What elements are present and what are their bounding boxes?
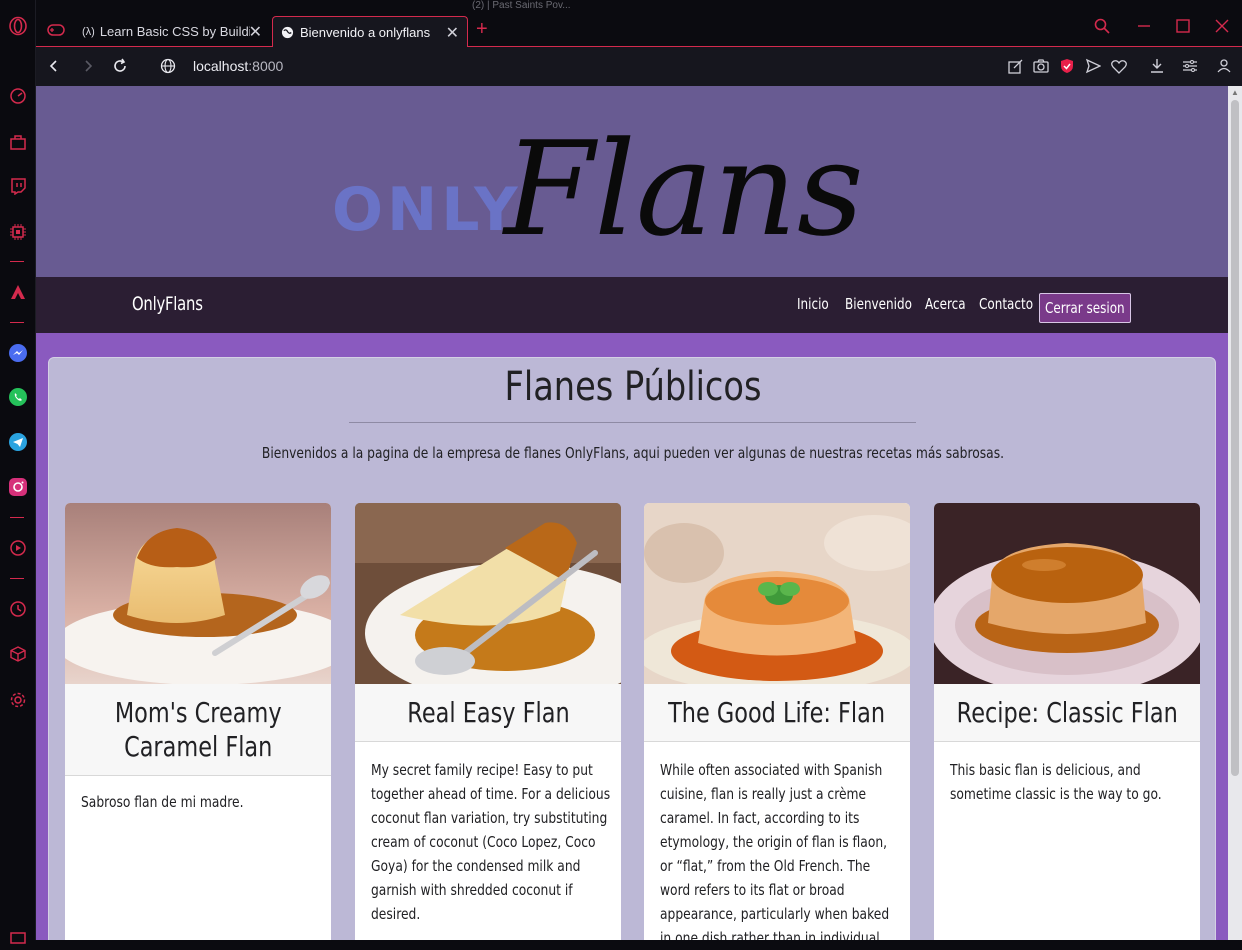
card-text: While often associated with Spanish cuis… (660, 761, 890, 940)
main-panel: Flanes Públicos Bienvenidos a la pagina … (48, 357, 1216, 940)
opera-logo-icon[interactable] (6, 14, 30, 38)
flan-card-image (65, 503, 331, 684)
flan-card-body: Sabroso flan de mi madre. (81, 790, 321, 814)
maximize-icon[interactable] (1171, 14, 1195, 38)
url-host: localhost (193, 58, 249, 74)
easy-setup-icon[interactable] (1179, 55, 1201, 77)
flan-card-header: Mom's Creamy Caramel Flan (65, 684, 331, 776)
tab-title: Learn Basic CSS by Building (99, 24, 250, 39)
adblock-shield-icon[interactable] (1056, 55, 1078, 77)
site-navbar: OnlyFlans Inicio Bienvenido Acerca Conta… (36, 277, 1228, 333)
onlyflans-logo: ONLY Flans (326, 94, 946, 265)
scrollbar-thumb[interactable] (1231, 100, 1239, 776)
flan-card-header: Recipe: Classic Flan (934, 684, 1200, 742)
twitch-icon[interactable] (6, 174, 30, 198)
tab-bienvenido[interactable]: Bienvenido a onlyflans ✕ (272, 16, 468, 47)
card-text: My secret family recipe! Easy to put tog… (371, 761, 611, 923)
tab-learn-css[interactable]: (λ) Learn Basic CSS by Building ✕ (74, 16, 270, 47)
flan-card-header: The Good Life: Flan (644, 684, 910, 742)
card-title: Mom's Creamy Caramel Flan (115, 696, 282, 764)
window-close-icon[interactable] (1210, 14, 1234, 38)
heart-icon[interactable] (1108, 55, 1130, 77)
hero-banner: ONLY Flans (36, 86, 1228, 277)
gamepad-icon[interactable] (44, 18, 68, 42)
close-icon[interactable]: ✕ (249, 22, 262, 42)
browser-sidebar (0, 0, 36, 944)
sidebar-separator (10, 261, 24, 262)
card-text: Sabroso flan de mi madre. (81, 793, 244, 811)
flan-card: Recipe: Classic Flan This basic flan is … (934, 503, 1200, 940)
site-globe-icon[interactable] (156, 54, 180, 78)
flan-card-body: This basic flan is delicious, and someti… (950, 758, 1190, 806)
card-title: Real Easy Flan (406, 695, 570, 729)
aria-icon[interactable] (6, 280, 30, 304)
flan-card-header: Real Easy Flan (355, 684, 621, 742)
card-title-line: Mom's Creamy (114, 695, 282, 729)
reload-icon[interactable] (108, 54, 132, 78)
flan-card-body: While often associated with Spanish cuis… (660, 758, 900, 940)
freecodecamp-icon: (λ) (82, 25, 95, 38)
tab-title: Bienvenido a onlyflans (300, 24, 431, 40)
minimize-icon[interactable] (1132, 14, 1156, 38)
card-title: Recipe: Classic Flan (956, 695, 1178, 729)
settings-gear-icon[interactable] (6, 688, 30, 712)
flan-card-body: My secret family recipe! Easy to put tog… (371, 758, 611, 926)
logout-button[interactable]: Cerrar sesion (1039, 293, 1131, 323)
profile-icon[interactable] (1213, 55, 1235, 77)
nav-link-inicio[interactable]: Inicio (797, 295, 829, 313)
sidebar-separator (10, 322, 24, 323)
url-port: :8000 (248, 58, 284, 74)
flan-card-image (934, 503, 1200, 684)
tab-bar: (λ) Learn Basic CSS by Building ✕ Bienve… (36, 0, 1242, 47)
history-icon[interactable] (6, 597, 30, 621)
messenger-icon[interactable] (6, 341, 30, 365)
nav-link-acerca[interactable]: Acerca (925, 295, 966, 313)
download-icon[interactable] (1146, 55, 1168, 77)
peek-tab-title: (2) | Past Saints Pov... (472, 0, 571, 11)
page-title: Flanes Públicos (504, 364, 762, 410)
close-icon[interactable]: ✕ (446, 23, 459, 43)
card-title-line: Caramel Flan (123, 729, 273, 763)
camera-icon[interactable] (1030, 55, 1052, 77)
telegram-icon[interactable] (6, 430, 30, 454)
sidebar-more-icon[interactable] (6, 926, 30, 950)
page-scrollbar[interactable]: ▲ (1228, 86, 1242, 940)
extensions-cube-icon[interactable] (6, 642, 30, 666)
forward-arrow-icon[interactable] (76, 54, 100, 78)
flan-card: Real Easy Flan My secret family recipe! … (355, 503, 621, 940)
web-page: ONLY Flans OnlyFlans Inicio Bienvenido A… (36, 86, 1242, 940)
flan-card-image (644, 503, 910, 684)
send-icon[interactable] (1082, 55, 1104, 77)
back-arrow-icon[interactable] (42, 54, 66, 78)
address-bar: localhost:8000 (36, 47, 1242, 86)
sidebar-separator (10, 517, 24, 518)
card-text: This basic flan is delicious, and someti… (950, 761, 1162, 803)
speed-dial-icon[interactable] (6, 84, 30, 108)
chip-icon[interactable] (6, 220, 30, 244)
card-title: The Good Life: Flan (668, 695, 886, 729)
intro-text: Bienvenidos a la pagina de la empresa de… (261, 444, 1005, 462)
sidebar-separator (10, 578, 24, 579)
nav-link-bienvenido[interactable]: Bienvenido (845, 295, 912, 313)
whatsapp-icon[interactable] (6, 385, 30, 409)
flan-card-image (355, 503, 621, 684)
globe-icon (281, 26, 294, 38)
share-edit-icon[interactable] (1004, 55, 1026, 77)
search-icon[interactable] (1090, 14, 1114, 38)
nav-link-contacto[interactable]: Contacto (979, 295, 1033, 313)
url-field[interactable]: localhost:8000 (193, 58, 283, 74)
navbar-brand[interactable]: OnlyFlans (132, 293, 203, 315)
logout-label: Cerrar sesion (1045, 299, 1125, 317)
scroll-up-arrow-icon[interactable]: ▲ (1231, 88, 1239, 97)
flan-card: The Good Life: Flan While often associat… (644, 503, 910, 940)
player-icon[interactable] (6, 536, 30, 560)
title-divider (349, 422, 916, 423)
briefcase-icon[interactable] (6, 130, 30, 154)
new-tab-button[interactable]: + (476, 19, 488, 39)
instagram-icon[interactable] (6, 475, 30, 499)
logo-flans-text: Flans (502, 113, 864, 264)
flan-card: Mom's Creamy Caramel Flan Sabroso flan d… (65, 503, 331, 940)
logo-only-text: ONLY (332, 175, 522, 245)
